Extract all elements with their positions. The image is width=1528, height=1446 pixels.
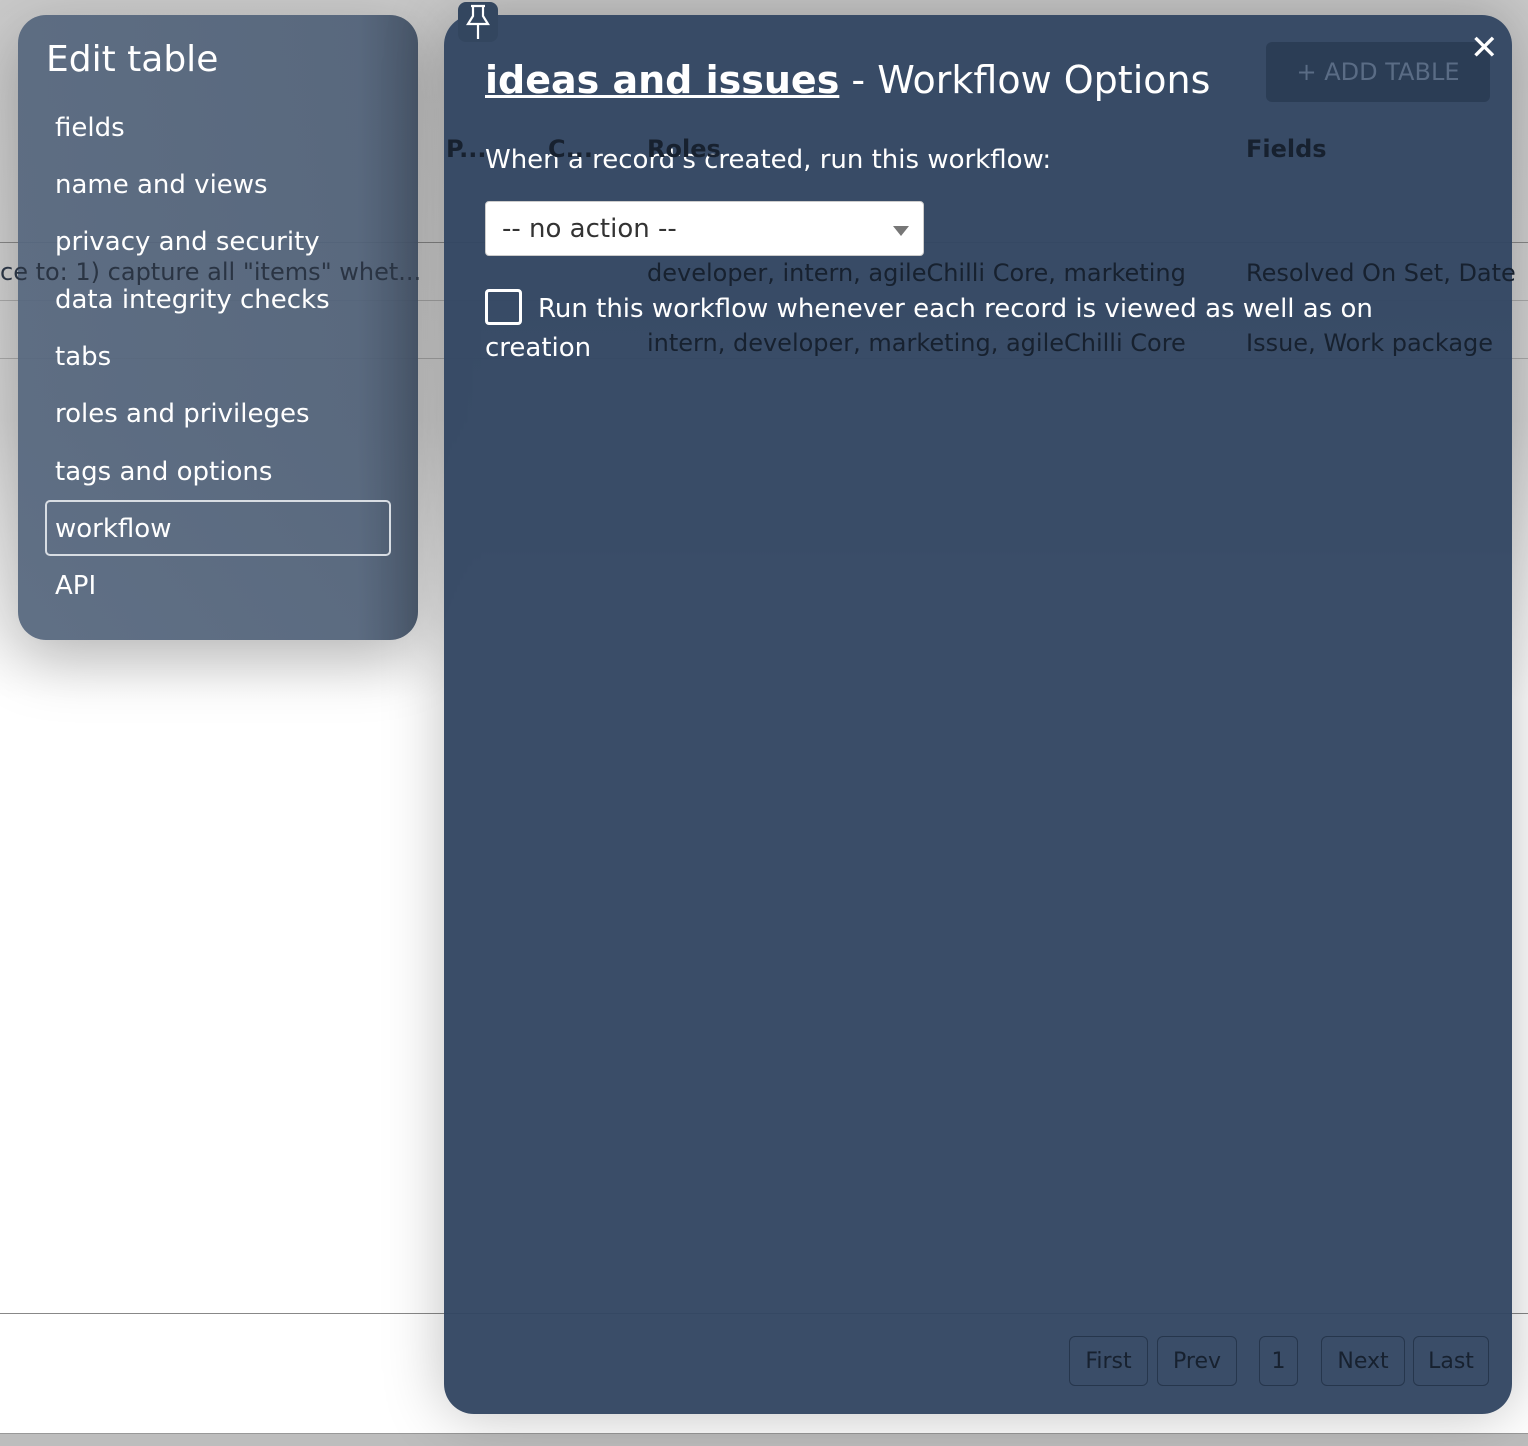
table-name-link[interactable]: ideas and issues	[485, 58, 839, 102]
column-header[interactable]: Roles	[647, 135, 721, 163]
table-cell: ce to: 1) capture all "items" whet...	[0, 258, 422, 286]
menu-title: Edit table	[46, 39, 219, 80]
menu-item-tags-and-options[interactable]: tags and options	[45, 443, 391, 499]
table-cell: intern, developer, marketing, agileChill…	[647, 329, 1186, 357]
pager-prev[interactable]: Prev	[1157, 1336, 1237, 1386]
menu-item-api[interactable]: API	[45, 557, 391, 613]
menu-item-fields[interactable]: fields	[45, 99, 391, 155]
column-header[interactable]: C...	[548, 135, 593, 163]
pager-last[interactable]: Last	[1413, 1336, 1489, 1386]
table-cell: Resolved On Set, Date	[1246, 259, 1516, 287]
workflow-select-value: -- no action --	[502, 214, 677, 244]
workflow-select[interactable]: -- no action --	[485, 201, 924, 256]
pager-first[interactable]: First	[1069, 1336, 1148, 1386]
chevron-down-icon	[893, 226, 909, 236]
menu-item-tabs[interactable]: tabs	[45, 328, 391, 384]
pager-next[interactable]: Next	[1321, 1336, 1405, 1386]
column-header[interactable]: P...	[446, 135, 487, 163]
column-header[interactable]: Fields	[1246, 135, 1327, 163]
pin-icon[interactable]	[458, 2, 498, 42]
footer-bar	[0, 1433, 1528, 1446]
menu-item-roles-and-privileges[interactable]: roles and privileges	[45, 385, 391, 441]
close-icon[interactable]: ✕	[1470, 28, 1499, 68]
menu-item-workflow[interactable]: workflow	[45, 500, 391, 556]
menu-item-name-and-views[interactable]: name and views	[45, 156, 391, 212]
dialog-title: ideas and issues - Workflow Options	[485, 58, 1210, 102]
table-cell: Issue, Work package	[1246, 329, 1494, 357]
pager-page[interactable]: 1	[1259, 1336, 1298, 1386]
table-cell: developer, intern, agileChilli Core, mar…	[647, 259, 1186, 287]
add-table-button[interactable]: + ADD TABLE	[1266, 42, 1490, 102]
title-suffix: - Workflow Options	[839, 58, 1211, 102]
run-on-view-checkbox[interactable]	[485, 289, 522, 325]
